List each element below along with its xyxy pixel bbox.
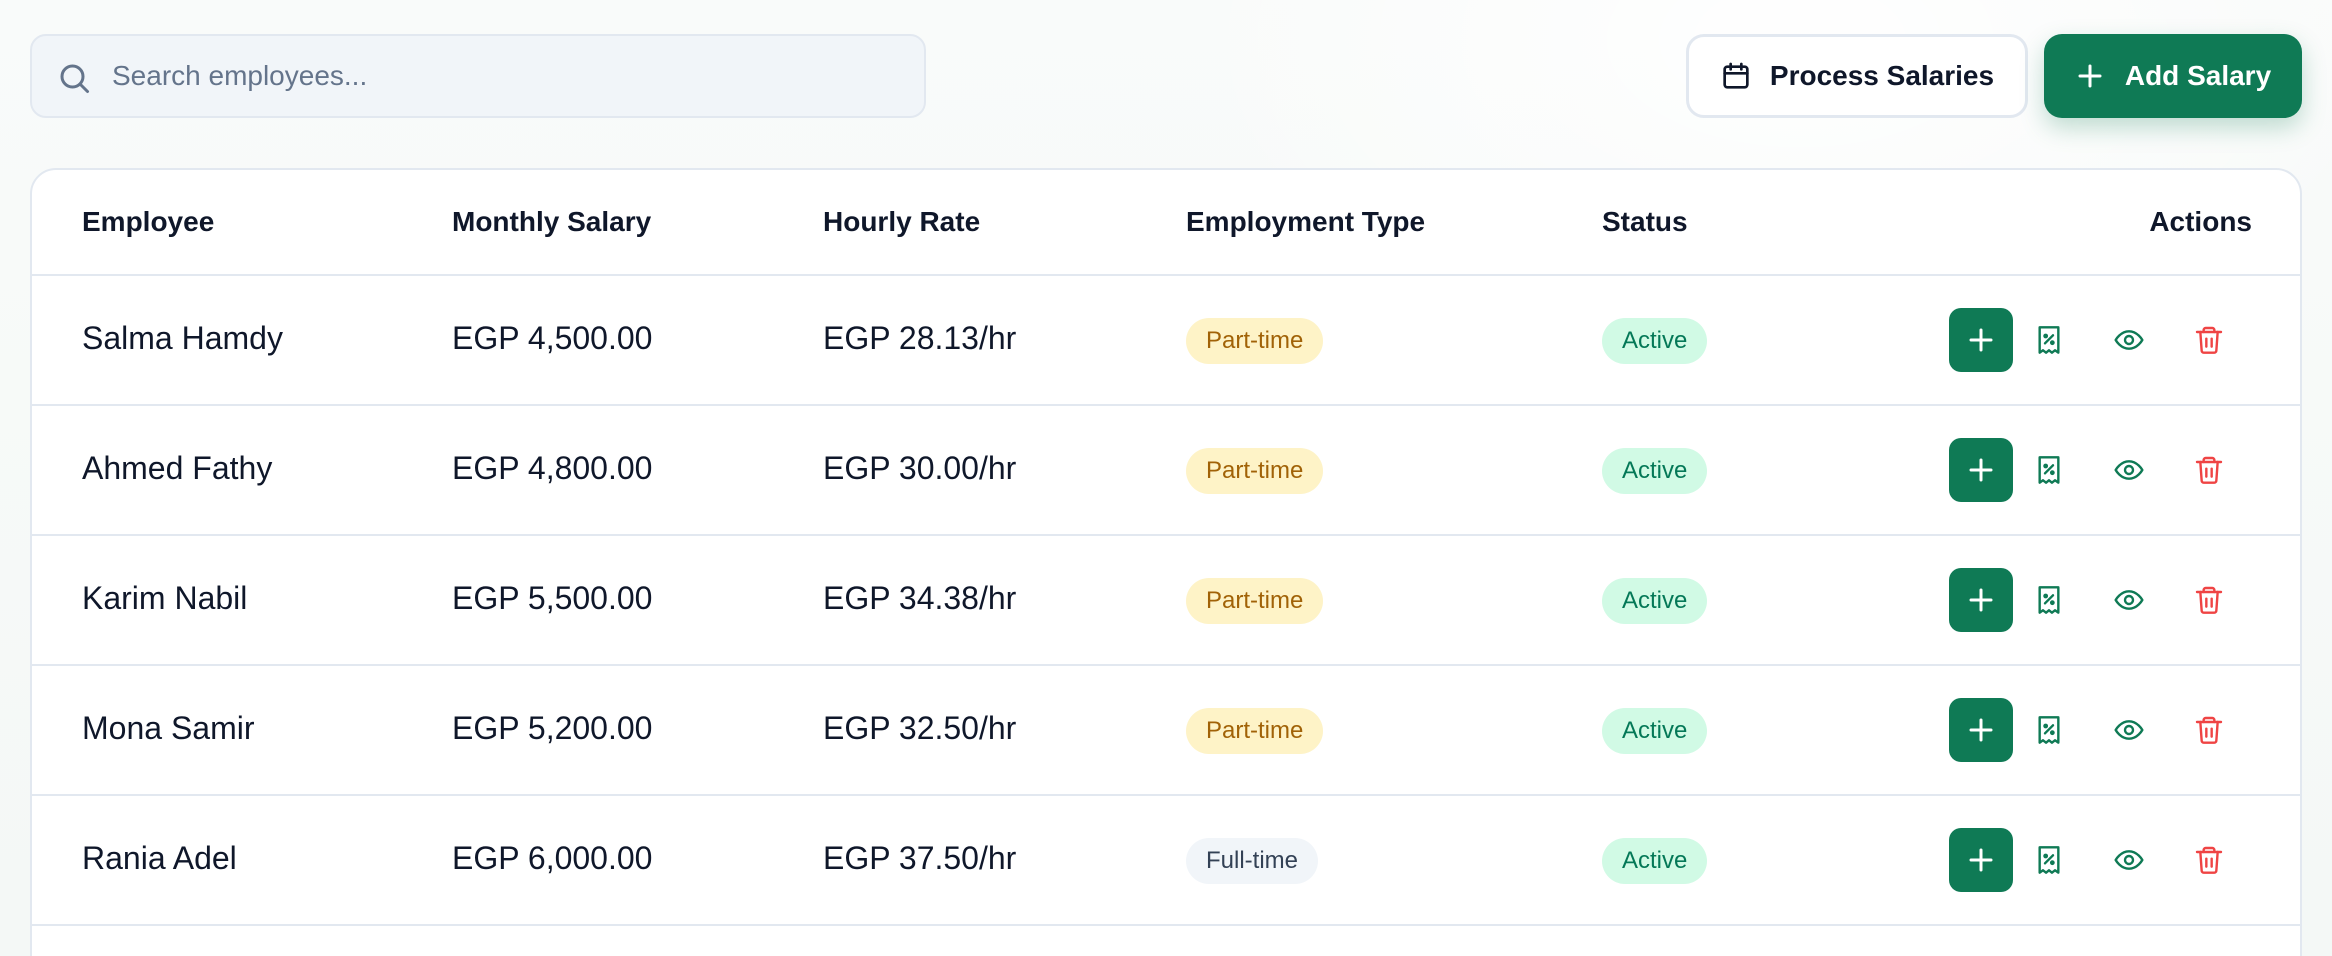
hourly-rate: EGP 32.50/hr xyxy=(823,710,1017,746)
monthly-salary: EGP 5,500.00 xyxy=(452,580,653,616)
plus-icon xyxy=(1969,328,1993,352)
view-button[interactable] xyxy=(2109,840,2149,880)
search-input[interactable] xyxy=(112,36,904,116)
employee-name: Ahmed Fathy xyxy=(82,450,273,486)
receipt-percent-icon xyxy=(2038,716,2060,744)
trash-icon xyxy=(2195,846,2223,874)
monthly-salary: EGP 5,200.00 xyxy=(452,710,653,746)
plus-icon xyxy=(2075,61,2105,91)
table-row: Ahmed Fathy EGP 4,800.00 EGP 30.00/hr Pa… xyxy=(32,406,2300,536)
hourly-rate: EGP 30.00/hr xyxy=(823,450,1017,486)
delete-button[interactable] xyxy=(2189,450,2229,490)
monthly-salary: EGP 4,800.00 xyxy=(452,450,653,486)
monthly-salary: EGP 4,500.00 xyxy=(452,320,653,356)
add-salary-button[interactable]: Add Salary xyxy=(2044,34,2302,118)
view-button[interactable] xyxy=(2109,450,2149,490)
search-icon xyxy=(56,60,92,96)
eye-icon xyxy=(2114,720,2144,740)
column-header-status: Status xyxy=(1602,206,1688,237)
payslip-button[interactable] xyxy=(2029,840,2069,880)
column-header-employment-type: Employment Type xyxy=(1186,206,1426,237)
process-salaries-button[interactable]: Process Salaries xyxy=(1686,34,2028,118)
column-header-hourly-rate: Hourly Rate xyxy=(823,206,981,237)
trash-icon xyxy=(2195,716,2223,744)
column-header-monthly-salary: Monthly Salary xyxy=(452,206,652,237)
status-badge: Active xyxy=(1602,318,1708,364)
delete-button[interactable] xyxy=(2189,710,2229,750)
view-button[interactable] xyxy=(2109,320,2149,360)
trash-icon xyxy=(2195,326,2223,354)
add-payment-button[interactable] xyxy=(1949,698,2013,762)
plus-icon xyxy=(1969,848,1993,872)
employee-name: Mona Samir xyxy=(82,710,255,746)
column-header-employee: Employee xyxy=(82,206,215,237)
eye-icon xyxy=(2114,460,2144,480)
column-header-actions: Actions xyxy=(2149,206,2252,237)
receipt-percent-icon xyxy=(2038,586,2060,614)
employee-name: Rania Adel xyxy=(82,840,237,876)
payslip-button[interactable] xyxy=(2029,580,2069,620)
calendar-icon xyxy=(1720,60,1752,92)
status-badge: Active xyxy=(1602,578,1708,624)
employee-name: Salma Hamdy xyxy=(82,320,283,356)
receipt-percent-icon xyxy=(2038,846,2060,874)
employee-name: Karim Nabil xyxy=(82,580,248,616)
employment-type-badge: Part-time xyxy=(1186,318,1324,364)
employment-type-badge: Part-time xyxy=(1186,708,1324,754)
receipt-percent-icon xyxy=(2038,456,2060,484)
add-payment-button[interactable] xyxy=(1949,308,2013,372)
eye-icon xyxy=(2114,850,2144,870)
table-row: Salma Hamdy EGP 4,500.00 EGP 28.13/hr Pa… xyxy=(32,276,2300,406)
add-payment-button[interactable] xyxy=(1949,828,2013,892)
payslip-button[interactable] xyxy=(2029,450,2069,490)
toolbar: Process Salaries Add Salary xyxy=(30,34,2302,118)
monthly-salary: EGP 6,000.00 xyxy=(452,840,653,876)
plus-icon xyxy=(1969,458,1993,482)
delete-button[interactable] xyxy=(2189,320,2229,360)
hourly-rate: EGP 34.38/hr xyxy=(823,580,1017,616)
salary-table: Employee Monthly Salary Hourly Rate Empl… xyxy=(30,168,2302,956)
search-box[interactable] xyxy=(30,34,926,118)
delete-button[interactable] xyxy=(2189,840,2229,880)
plus-icon xyxy=(1969,718,1993,742)
view-button[interactable] xyxy=(2109,710,2149,750)
table-row: Mona Samir EGP 5,200.00 EGP 32.50/hr Par… xyxy=(32,666,2300,796)
hourly-rate: EGP 37.50/hr xyxy=(823,840,1017,876)
eye-icon xyxy=(2114,330,2144,350)
add-salary-label: Add Salary xyxy=(2124,60,2272,91)
delete-button[interactable] xyxy=(2189,580,2229,620)
receipt-percent-icon xyxy=(2038,326,2060,354)
status-badge: Active xyxy=(1602,708,1708,754)
employment-type-badge: Part-time xyxy=(1186,578,1324,624)
payslip-button[interactable] xyxy=(2029,710,2069,750)
add-payment-button[interactable] xyxy=(1949,568,2013,632)
trash-icon xyxy=(2195,456,2223,484)
trash-icon xyxy=(2195,586,2223,614)
status-badge: Active xyxy=(1602,448,1708,494)
payslip-button[interactable] xyxy=(2029,320,2069,360)
employment-type-badge: Full-time xyxy=(1186,838,1319,884)
table-header: Employee Monthly Salary Hourly Rate Empl… xyxy=(32,170,2300,276)
process-salaries-label: Process Salaries xyxy=(1769,60,1995,91)
eye-icon xyxy=(2114,590,2144,610)
plus-icon xyxy=(1969,588,1993,612)
employment-type-badge: Part-time xyxy=(1186,448,1324,494)
add-payment-button[interactable] xyxy=(1949,438,2013,502)
status-badge: Active xyxy=(1602,838,1708,884)
hourly-rate: EGP 28.13/hr xyxy=(823,320,1017,356)
view-button[interactable] xyxy=(2109,580,2149,620)
table-row: Rania Adel EGP 6,000.00 EGP 37.50/hr Ful… xyxy=(32,796,2300,926)
table-row: Karim Nabil EGP 5,500.00 EGP 34.38/hr Pa… xyxy=(32,536,2300,666)
